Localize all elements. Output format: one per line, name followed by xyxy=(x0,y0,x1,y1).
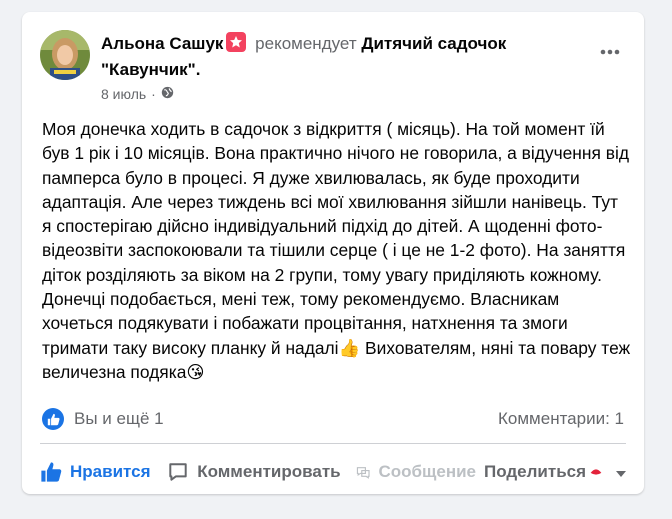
like-button[interactable]: Нравится xyxy=(40,454,167,490)
comment-button[interactable]: Комментировать xyxy=(167,454,356,490)
likes-count-text: Вы и ещё 1 xyxy=(74,409,164,428)
feed-background xyxy=(0,0,10,519)
star-badge-icon xyxy=(226,32,247,52)
share-label: Поделиться xyxy=(484,462,587,481)
post-meta: 8 июль · xyxy=(101,86,174,102)
message-label: Сообщение xyxy=(378,462,476,481)
comment-label: Комментировать xyxy=(197,462,341,481)
thumbs-up-icon xyxy=(41,462,62,482)
like-reaction-icon xyxy=(42,408,64,430)
comments-count[interactable]: Комментарии: 1 xyxy=(498,409,624,429)
actions-divider xyxy=(40,443,626,444)
reaction-summary-bar: Вы и ещё 1 Комментарии: 1 xyxy=(42,407,624,431)
likes-summary[interactable]: Вы и ещё 1 xyxy=(42,408,164,430)
post-date[interactable]: 8 июль xyxy=(101,86,146,102)
meta-separator: · xyxy=(151,86,156,102)
post-text: Моя донечка ходить в садочок з відкриття… xyxy=(42,119,636,382)
comment-icon xyxy=(169,463,187,481)
send-message-button[interactable]: Сообщение xyxy=(356,454,476,490)
more-horizontal-icon[interactable] xyxy=(592,40,628,64)
post-header: Альона Сашук рекомендует Дитячий садочок… xyxy=(101,31,581,83)
author-avatar[interactable] xyxy=(40,30,90,80)
globe-icon[interactable] xyxy=(161,86,174,102)
recommends-verb: рекомендует xyxy=(255,34,357,53)
share-audience-avatar[interactable] xyxy=(588,460,613,484)
like-label: Нравится xyxy=(70,462,151,481)
messenger-icon xyxy=(356,467,370,479)
post-actions: Нравится Комментировать Сообщение Подели… xyxy=(40,454,627,490)
share-button[interactable]: Поделиться xyxy=(476,454,627,490)
recommendation-post-card: Альона Сашук рекомендует Дитячий садочок… xyxy=(22,12,644,494)
chevron-down-icon[interactable] xyxy=(616,462,634,482)
author-name[interactable]: Альона Сашук xyxy=(101,34,223,53)
